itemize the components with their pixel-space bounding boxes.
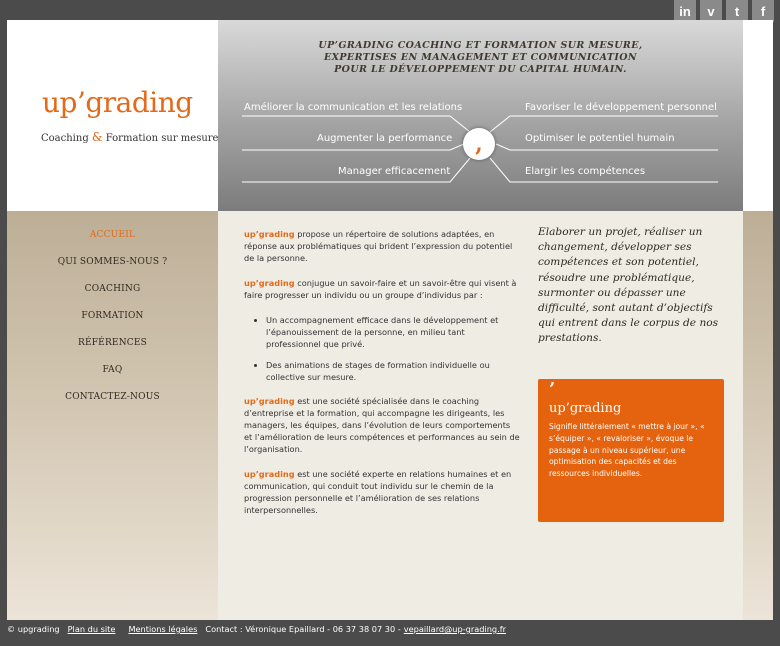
nav-accueil[interactable]: ACCUEIL [7, 230, 218, 240]
paragraph: up’grading est une société spécialisée d… [244, 396, 520, 454]
contact-text: Contact : Véronique Epaillard - 06 37 38… [205, 624, 401, 634]
social-bar: in v t f [674, 0, 774, 22]
nav-coaching[interactable]: COACHING [7, 284, 218, 294]
nav-faq[interactable]: FAQ [7, 365, 218, 375]
header-banner: UP’GRADING COACHING ET FORMATION SUR MES… [218, 20, 743, 211]
nav-contactez-nous[interactable]: CONTACTEZ-NOUS [7, 392, 218, 402]
right-edge [743, 211, 773, 620]
banner-lines [242, 115, 718, 183]
intro-quote: Elaborer un projet, réaliser un changeme… [538, 226, 719, 345]
email-link[interactable]: vepaillard@up-grading.fr [404, 624, 506, 638]
legal-link[interactable]: Mentions légales [128, 624, 197, 638]
sidebar-nav: ACCUEIL QUI SOMMES-NOUS ? COACHING FORMA… [7, 211, 218, 620]
footer: © upgrading Plan du site Mentions légale… [7, 624, 506, 638]
definition-card: ’ up’grading Signifie littéralement « me… [538, 379, 724, 522]
facebook-icon[interactable]: f [752, 0, 774, 22]
main-content: up’grading propose un répertoire de solu… [244, 228, 520, 529]
linkedin-icon[interactable]: in [674, 0, 696, 22]
banner-item: Augmenter la performance [317, 133, 453, 144]
logo-subtitle: Coaching & Formation sur mesure [41, 130, 219, 144]
copyright: © upgrading [7, 624, 60, 634]
banner-item: Manager efficacement [338, 166, 451, 177]
paragraph: up’grading propose un répertoire de solu… [244, 229, 513, 263]
banner-item: Optimiser le potentiel humain [525, 133, 675, 144]
header-edge [743, 20, 773, 211]
apostrophe-icon: ’ [549, 379, 556, 400]
card-text: Signifie littéralement « mettre à jour »… [549, 422, 705, 479]
nav-references[interactable]: RÉFÉRENCES [7, 338, 218, 348]
banner-item: Favoriser le développement personnel [525, 102, 717, 113]
list-item: Des animations de stages de formation in… [266, 359, 520, 383]
logo[interactable]: up’grading Coaching & Formation sur mesu… [7, 20, 218, 211]
twitter-icon[interactable]: t [726, 0, 748, 22]
banner-item: Elargir les compétences [525, 166, 646, 177]
list-item: Un accompagnement efficace dans le dével… [266, 314, 520, 350]
nav-qui-sommes-nous[interactable]: QUI SOMMES-NOUS ? [7, 257, 218, 267]
sitemap-link[interactable]: Plan du site [68, 624, 116, 638]
logo-title: up’grading [42, 86, 193, 119]
banner-item: Améliorer la communication et les relati… [244, 102, 463, 113]
comma-logo-icon: , [463, 128, 495, 160]
bullet-list: Un accompagnement efficace dans le dével… [244, 314, 520, 383]
page-frame: up’grading Coaching & Formation sur mesu… [7, 20, 773, 620]
paragraph: up’grading conjugue un savoir-faire et u… [244, 278, 517, 300]
card-title: up’grading [549, 401, 622, 416]
viadeo-icon[interactable]: v [700, 0, 722, 22]
nav-formation[interactable]: FORMATION [7, 311, 218, 321]
paragraph: up’grading est une société experte en re… [244, 469, 512, 515]
